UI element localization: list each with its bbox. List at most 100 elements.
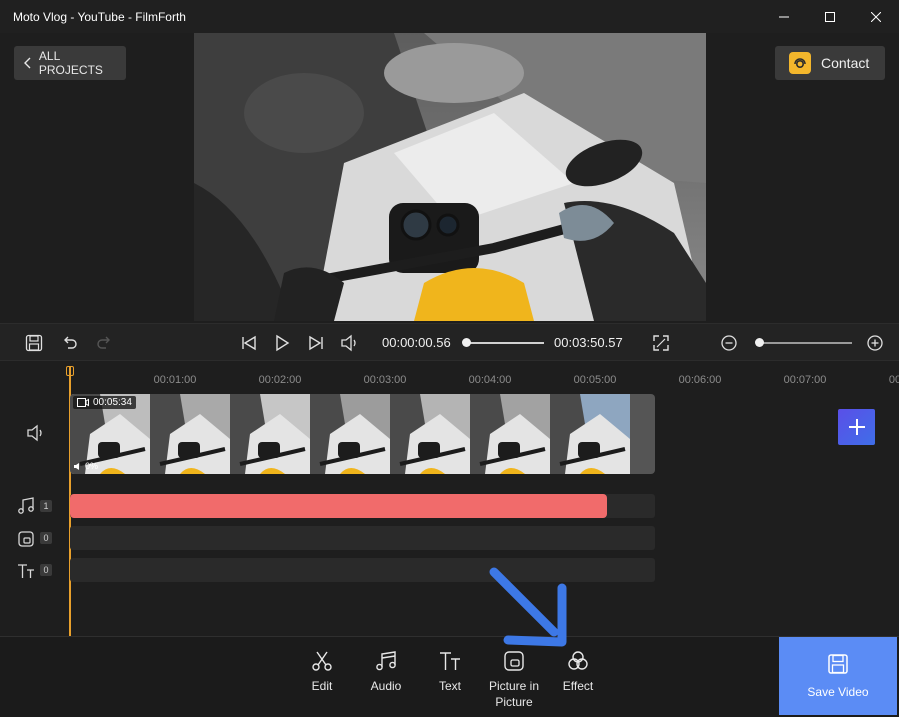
minimize-icon [779,16,789,17]
video-preview[interactable] [194,33,706,321]
fullscreen-icon [653,335,669,351]
volume-button[interactable] [339,332,361,354]
ruler-label: 00:07:00 [783,374,827,386]
ruler-label: 00:02:00 [258,374,302,386]
ruler-label: 00 [888,374,899,386]
text-icon [440,652,460,670]
pip-track-lane[interactable] [70,526,655,550]
effect-label: Effect [562,679,594,693]
zoom-out-icon [721,335,737,351]
skip-forward-icon [309,335,323,351]
clip-thumbnail-frame [150,394,230,474]
music-note-icon [376,651,396,671]
skip-back-button[interactable] [238,332,260,354]
support-agent-icon [789,52,811,74]
audio-clip[interactable] [70,494,607,518]
ruler-label: 00:04:00 [468,374,512,386]
maximize-button[interactable] [807,0,853,33]
music-note-icon [18,497,34,514]
skip-back-icon [242,335,256,351]
zoom-in-button[interactable] [864,332,886,354]
contact-button[interactable]: Contact [775,46,885,80]
zoom-in-icon [867,335,883,351]
clip-thumbnail-frame [390,394,470,474]
pip-tool-button[interactable]: Picture in Picture [484,650,544,710]
text-tool-button[interactable]: Text [420,650,480,694]
camera-icon [77,398,89,407]
save-icon [25,334,43,352]
text-track-button[interactable] [17,562,35,580]
clip-duration: 00:05:34 [93,397,132,408]
ruler-label: 00:03:00 [363,374,407,386]
scrubber-track[interactable] [466,342,544,344]
zoom-slider-handle[interactable] [755,338,764,347]
audio-tool-button[interactable]: Audio [356,650,416,694]
close-button[interactable] [853,0,899,33]
clip-thumbnail-frame [470,394,550,474]
annotation-arrow [489,567,567,647]
pip-icon [18,531,34,547]
total-time: 00:03:50.57 [554,335,623,350]
save-project-button[interactable] [23,332,45,354]
ruler-label: 00:06:00 [678,374,722,386]
audio-track-count: 1 [40,500,52,512]
fullscreen-button[interactable] [650,332,672,354]
audio-track-button[interactable] [17,497,35,515]
clip-thumbnails [70,394,655,474]
clip-thumbnail-frame [230,394,310,474]
text-label: Text [438,679,461,693]
volume-icon [341,334,356,352]
window-title: Moto Vlog - YouTube - FilmForth [13,9,186,24]
scrubber-handle[interactable] [462,338,472,347]
redo-icon [97,336,110,349]
zoom-out-button[interactable] [718,332,740,354]
undo-button[interactable] [59,332,81,354]
maximize-icon [825,11,835,22]
play-button[interactable] [271,332,293,354]
playhead-handle[interactable] [66,366,74,376]
edit-label: Edit [311,679,333,693]
clip-thumbnail-frame [310,394,390,474]
timeline-ruler[interactable]: 00:01:00 00:02:00 00:03:00 00:04:00 00:0… [70,366,899,390]
pip-label: Picture in Picture [488,679,540,709]
redo-button[interactable] [93,332,115,354]
volume-icon [27,424,42,442]
audio-label: Audio [370,679,402,693]
current-time: 00:00:00.56 [382,335,451,350]
clip-volume: 0% [73,461,98,471]
volume-icon [74,462,79,470]
pip-track-count: 0 [40,532,52,544]
video-frame-image [194,33,706,321]
clip-duration-badge: 00:05:34 [73,396,136,409]
effect-tool-button[interactable]: Effect [548,650,608,694]
edit-tool-button[interactable]: Edit [292,650,352,694]
track-mute-button[interactable] [26,424,46,447]
skip-forward-button[interactable] [305,332,327,354]
plus-icon [848,419,865,435]
playback-bar: 00:00:00.56 00:03:50.57 [0,323,899,361]
all-projects-label: ALL PROJECTS [38,49,103,77]
all-projects-button[interactable]: ALL PROJECTS [14,46,126,80]
clip-volume-value: 0% [85,461,99,471]
window-controls [761,0,899,33]
minimize-button[interactable] [761,0,807,33]
text-track-count: 0 [40,564,52,576]
text-icon [18,564,34,578]
save-icon [828,654,848,674]
undo-icon [64,336,77,349]
save-video-label: Save Video [807,685,869,699]
clip-thumbnail-frame [550,394,630,474]
close-icon [871,11,881,22]
title-bar: Moto Vlog - YouTube - FilmForth [0,0,899,33]
ruler-label: 00:01:00 [153,374,197,386]
zoom-slider-track[interactable] [760,342,852,344]
play-icon [276,334,290,352]
chevron-left-icon [24,57,31,69]
video-clip[interactable]: 00:05:34 0% [70,394,655,474]
contact-label: Contact [821,55,870,71]
add-media-button[interactable] [838,409,875,445]
scissors-icon [312,651,332,671]
pip-track-button[interactable] [17,530,35,548]
ruler-label: 00:05:00 [573,374,617,386]
save-video-button[interactable]: Save Video [779,637,897,715]
